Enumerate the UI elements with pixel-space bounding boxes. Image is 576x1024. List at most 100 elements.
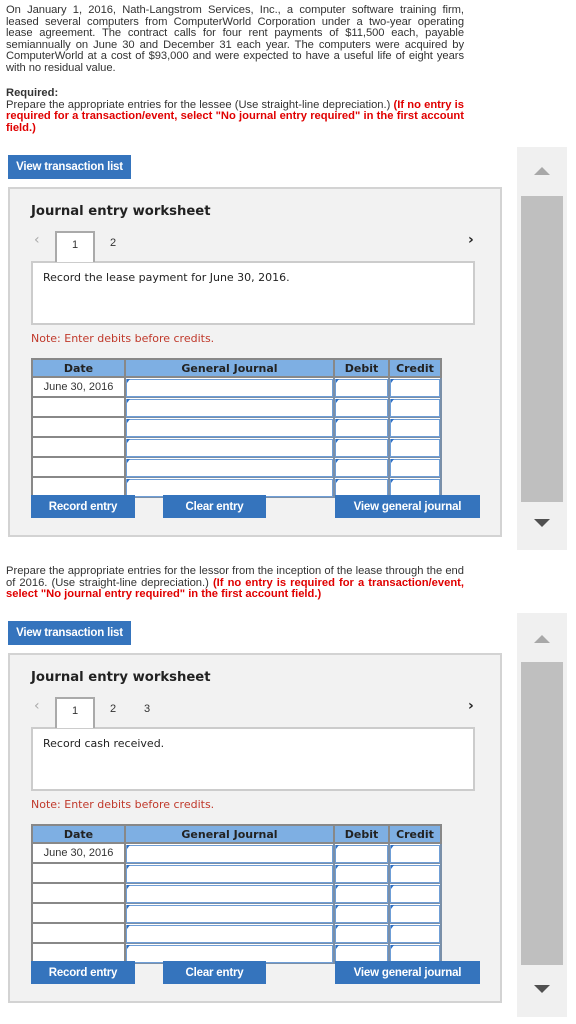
tab-1[interactable]: 1 xyxy=(55,231,95,262)
table-row xyxy=(31,416,442,438)
account-input[interactable] xyxy=(126,844,333,863)
date-cell: June 30, 2016 xyxy=(31,842,126,864)
scrollbar-2[interactable] xyxy=(517,613,567,1017)
scroll-thumb[interactable] xyxy=(521,662,563,965)
credit-input[interactable] xyxy=(390,478,440,497)
next-tab-icon[interactable]: › xyxy=(468,698,474,714)
journal-entry-worksheet-lessor: Journal entry worksheet ‹ 1 2 3 › Record… xyxy=(8,653,502,1003)
column-header-debit: Debit xyxy=(333,824,390,844)
debit-input[interactable] xyxy=(335,418,388,437)
account-input[interactable] xyxy=(126,418,333,437)
scrollbar-1[interactable] xyxy=(517,147,567,550)
next-tab-icon[interactable]: › xyxy=(468,232,474,248)
table-row xyxy=(31,436,442,458)
debit-input[interactable] xyxy=(335,944,388,963)
date-cell xyxy=(31,416,126,438)
column-header-general-journal: General Journal xyxy=(124,358,335,378)
clear-entry-button[interactable]: Clear entry xyxy=(163,495,266,518)
credit-input[interactable] xyxy=(390,418,440,437)
scroll-down-arrow-icon[interactable] xyxy=(534,985,550,993)
date-cell xyxy=(31,436,126,458)
table-row: June 30, 2016 xyxy=(31,842,442,864)
account-input[interactable] xyxy=(126,904,333,923)
problem-statement: On January 1, 2016, Nath-Langstrom Servi… xyxy=(6,4,464,74)
table-row: June 30, 2016 xyxy=(31,376,442,398)
record-entry-button[interactable]: Record entry xyxy=(31,961,135,984)
date-cell xyxy=(31,942,126,964)
debits-note: Note: Enter debits before credits. xyxy=(31,798,215,811)
credit-input[interactable] xyxy=(390,398,440,417)
table-row xyxy=(31,922,442,944)
tab-3[interactable]: 3 xyxy=(137,697,157,728)
view-general-journal-button[interactable]: View general journal xyxy=(335,961,480,984)
credit-input[interactable] xyxy=(390,438,440,457)
clear-entry-button[interactable]: Clear entry xyxy=(163,961,266,984)
account-input[interactable] xyxy=(126,884,333,903)
account-input[interactable] xyxy=(126,378,333,397)
worksheet-title: Journal entry worksheet xyxy=(31,670,211,685)
table-row xyxy=(31,882,442,904)
debit-input[interactable] xyxy=(335,864,388,883)
tab-2[interactable]: 2 xyxy=(103,231,123,262)
debit-input[interactable] xyxy=(335,844,388,863)
journal-table: Date General Journal Debit Credit June 3… xyxy=(31,358,442,498)
date-cell: June 30, 2016 xyxy=(31,376,126,398)
credit-input[interactable] xyxy=(390,864,440,883)
transaction-description: Record the lease payment for June 30, 20… xyxy=(31,261,475,325)
date-cell xyxy=(31,922,126,944)
credit-input[interactable] xyxy=(390,944,440,963)
account-input[interactable] xyxy=(126,944,333,963)
date-cell xyxy=(31,456,126,478)
column-header-credit: Credit xyxy=(388,824,442,844)
debit-input[interactable] xyxy=(335,924,388,943)
debit-input[interactable] xyxy=(335,904,388,923)
debit-input[interactable] xyxy=(335,398,388,417)
debit-input[interactable] xyxy=(335,438,388,457)
prev-tab-icon[interactable]: ‹ xyxy=(34,698,40,714)
table-row xyxy=(31,396,442,418)
debit-input[interactable] xyxy=(335,458,388,477)
tab-2[interactable]: 2 xyxy=(103,697,123,728)
worksheet-title: Journal entry worksheet xyxy=(31,204,211,219)
debit-input[interactable] xyxy=(335,884,388,903)
table-row xyxy=(31,476,442,498)
lessee-requirement: Required: Prepare the appropriate entrie… xyxy=(6,87,464,134)
credit-input[interactable] xyxy=(390,458,440,477)
column-header-credit: Credit xyxy=(388,358,442,378)
account-input[interactable] xyxy=(126,398,333,417)
credit-input[interactable] xyxy=(390,844,440,863)
view-general-journal-button[interactable]: View general journal xyxy=(335,495,480,518)
scroll-up-arrow-icon[interactable] xyxy=(534,167,550,175)
prev-tab-icon[interactable]: ‹ xyxy=(34,232,40,248)
date-cell xyxy=(31,882,126,904)
account-input[interactable] xyxy=(126,458,333,477)
table-row xyxy=(31,862,442,884)
column-header-debit: Debit xyxy=(333,358,390,378)
scroll-down-arrow-icon[interactable] xyxy=(534,519,550,527)
account-input[interactable] xyxy=(126,924,333,943)
debit-input[interactable] xyxy=(335,378,388,397)
view-transaction-list-button[interactable]: View transaction list xyxy=(8,155,131,179)
table-row xyxy=(31,942,442,964)
credit-input[interactable] xyxy=(390,924,440,943)
account-input[interactable] xyxy=(126,864,333,883)
date-cell xyxy=(31,476,126,498)
credit-input[interactable] xyxy=(390,884,440,903)
view-transaction-list-button[interactable]: View transaction list xyxy=(8,621,131,645)
scroll-up-arrow-icon[interactable] xyxy=(534,635,550,643)
column-header-general-journal: General Journal xyxy=(124,824,335,844)
scroll-thumb[interactable] xyxy=(521,196,563,502)
record-entry-button[interactable]: Record entry xyxy=(31,495,135,518)
column-header-date: Date xyxy=(31,358,126,378)
account-input[interactable] xyxy=(126,478,333,497)
table-row xyxy=(31,456,442,478)
date-cell xyxy=(31,862,126,884)
journal-entry-worksheet-lessee: Journal entry worksheet ‹ 1 2 › Record t… xyxy=(8,187,502,537)
account-input[interactable] xyxy=(126,438,333,457)
lessee-instruction: Prepare the appropriate entries for the … xyxy=(6,98,394,111)
debit-input[interactable] xyxy=(335,478,388,497)
credit-input[interactable] xyxy=(390,904,440,923)
tab-1[interactable]: 1 xyxy=(55,697,95,728)
date-cell xyxy=(31,396,126,418)
credit-input[interactable] xyxy=(390,378,440,397)
